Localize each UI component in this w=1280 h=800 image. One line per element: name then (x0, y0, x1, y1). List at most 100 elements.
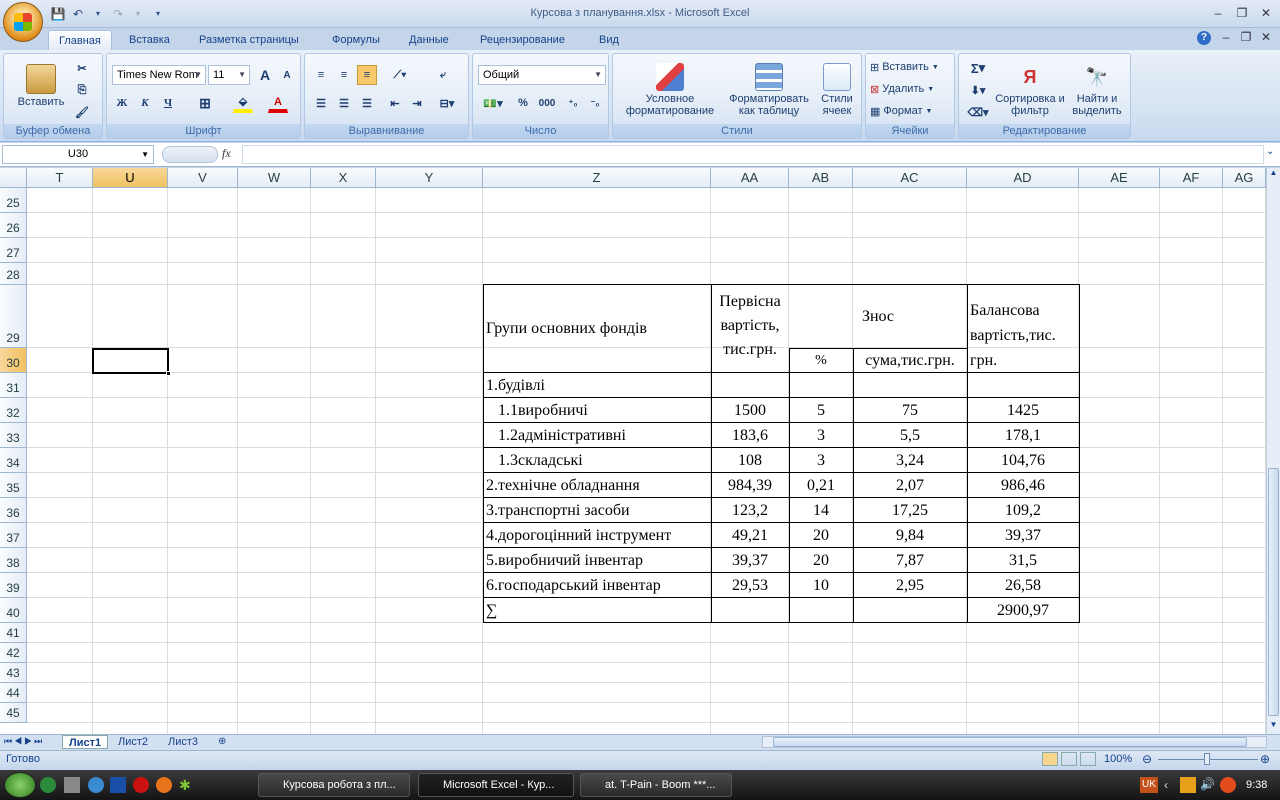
increase-indent-icon[interactable]: ⇥ (407, 93, 427, 113)
column-header[interactable]: T (27, 168, 93, 188)
vertical-scroll-thumb[interactable] (1268, 468, 1279, 716)
align-bottom-icon[interactable]: ≡ (357, 65, 377, 85)
table-cell[interactable]: 1500 (711, 398, 789, 423)
find-select-button[interactable]: 🔭 Найти и выделить (1065, 58, 1129, 122)
currency-icon[interactable]: 💵▾ (478, 93, 508, 113)
conditional-formatting-button[interactable]: Условное форматирование (615, 58, 725, 122)
table-cell[interactable]: 1425 (967, 398, 1079, 423)
table-cell[interactable] (789, 373, 853, 398)
wrap-text-icon[interactable]: ⤶ (433, 65, 453, 85)
table-cell[interactable] (853, 598, 967, 623)
table-cell[interactable]: 984,39 (711, 473, 789, 498)
font-size-select[interactable]: 11 ▼ (208, 65, 250, 85)
increase-decimal-icon[interactable]: ⁺₀ (563, 93, 583, 113)
scroll-up-icon[interactable]: ▲ (1267, 168, 1280, 182)
table-cell[interactable]: 3 (789, 448, 853, 473)
decrease-decimal-icon[interactable]: ⁻₀ (585, 93, 605, 113)
column-header[interactable]: AA (711, 168, 789, 188)
table-cell[interactable]: ∑ (483, 598, 711, 623)
table-cell[interactable]: 108 (711, 448, 789, 473)
tray-icon[interactable] (1220, 777, 1236, 793)
column-header[interactable]: V (168, 168, 238, 188)
borders-icon[interactable]: ⊞ (195, 93, 215, 113)
zoom-slider-thumb[interactable] (1204, 753, 1210, 765)
table-cell[interactable]: 986,46 (967, 473, 1079, 498)
table-cell[interactable]: 20 (789, 523, 853, 548)
minimize-button[interactable]: – (1208, 6, 1228, 20)
sheet-tab-1[interactable]: Лист1 (62, 735, 109, 749)
row-header[interactable]: 37 (0, 523, 27, 548)
paste-button[interactable]: Вставить (10, 58, 72, 114)
insert-function-button[interactable]: fx (222, 146, 231, 161)
table-cell[interactable]: вартість, (711, 315, 789, 337)
table-cell[interactable]: 1.1виробничі (483, 398, 711, 423)
office-button[interactable] (3, 2, 43, 42)
table-cell[interactable]: 17,25 (853, 498, 967, 523)
vertical-scrollbar[interactable]: ▲ ▼ (1266, 168, 1280, 734)
table-cell[interactable]: 1.будівлі (483, 373, 711, 398)
table-cell[interactable]: 5,5 (853, 423, 967, 448)
column-header[interactable]: W (238, 168, 311, 188)
table-cell[interactable] (711, 373, 789, 398)
table-cell[interactable]: 20 (789, 548, 853, 573)
tab-home[interactable]: Главная (48, 30, 112, 50)
table-cell[interactable]: тис.грн. (711, 339, 789, 361)
column-header[interactable]: U (93, 168, 168, 188)
formula-bar-splitter[interactable] (162, 146, 218, 163)
row-header[interactable]: 40 (0, 598, 27, 623)
sheet-tab-2[interactable]: Лист2 (112, 735, 154, 749)
table-cell[interactable]: 29,53 (711, 573, 789, 598)
align-right-icon[interactable]: ☰ (357, 93, 377, 113)
maximize-button[interactable]: ❐ (1232, 6, 1252, 20)
tray-icon[interactable] (1180, 777, 1196, 793)
tab-view[interactable]: Вид (589, 30, 629, 50)
table-cell[interactable]: 2,07 (853, 473, 967, 498)
tab-data[interactable]: Данные (399, 30, 459, 50)
opera-icon[interactable] (133, 777, 149, 793)
table-cell[interactable]: 183,6 (711, 423, 789, 448)
table-cell[interactable]: 1.3складські (483, 448, 711, 473)
row-header[interactable]: 27 (0, 238, 27, 263)
percent-button[interactable]: % (513, 93, 533, 113)
column-header[interactable]: AC (853, 168, 967, 188)
row-header[interactable]: 25 (0, 188, 27, 213)
name-box[interactable]: U30 ▼ (2, 145, 154, 164)
clear-icon[interactable]: ⌫▾ (963, 102, 993, 122)
table-cell[interactable]: грн. (967, 349, 1079, 373)
table-cell[interactable]: 2900,97 (967, 598, 1079, 623)
table-cell[interactable]: сума,тис.грн. (853, 348, 967, 373)
row-header[interactable]: 32 (0, 398, 27, 423)
tray-expand-icon[interactable]: ‹ (1164, 778, 1168, 792)
align-left-icon[interactable]: ☰ (311, 93, 331, 113)
select-all-corner[interactable] (0, 168, 27, 188)
font-color-icon[interactable]: A (268, 93, 288, 113)
firefox-icon[interactable] (156, 777, 172, 793)
column-header[interactable]: AF (1160, 168, 1223, 188)
copy-icon[interactable]: ⎘ (72, 80, 92, 100)
table-cell[interactable]: Групи основних фондів (483, 285, 711, 373)
sheet-nav-icon[interactable]: ⏮◀▶⏭ (4, 736, 44, 747)
underline-button[interactable]: Ч (158, 93, 178, 113)
tab-page-layout[interactable]: Разметка страницы (189, 30, 309, 50)
font-name-select[interactable]: Times New Rom ▼ (112, 65, 206, 85)
row-header[interactable]: 33 (0, 423, 27, 448)
table-cell[interactable] (967, 373, 1079, 398)
table-cell[interactable]: Балансова (967, 299, 1079, 323)
doc-restore-button[interactable]: ❐ (1236, 30, 1256, 44)
table-cell[interactable]: 3 (789, 423, 853, 448)
tab-formulas[interactable]: Формулы (322, 30, 390, 50)
merge-center-icon[interactable]: ⊟▾ (433, 93, 461, 113)
taskbar-item-player[interactable]: at. T-Pain - Boom ***... (580, 773, 732, 797)
table-cell[interactable]: 49,21 (711, 523, 789, 548)
row-header[interactable]: 30 (0, 348, 27, 373)
table-cell[interactable]: 14 (789, 498, 853, 523)
taskbar-item-word[interactable]: Курсова робота з пл... (258, 773, 410, 797)
orientation-icon[interactable]: ⟋▾ (385, 65, 415, 85)
align-top-icon[interactable]: ≡ (311, 65, 331, 85)
column-header[interactable]: X (311, 168, 376, 188)
fill-color-icon[interactable]: ⬙ (233, 93, 253, 113)
number-format-select[interactable]: Общий ▼ (478, 65, 606, 85)
column-header[interactable]: AG (1223, 168, 1266, 188)
align-center-icon[interactable]: ☰ (334, 93, 354, 113)
table-cell[interactable]: 7,87 (853, 548, 967, 573)
